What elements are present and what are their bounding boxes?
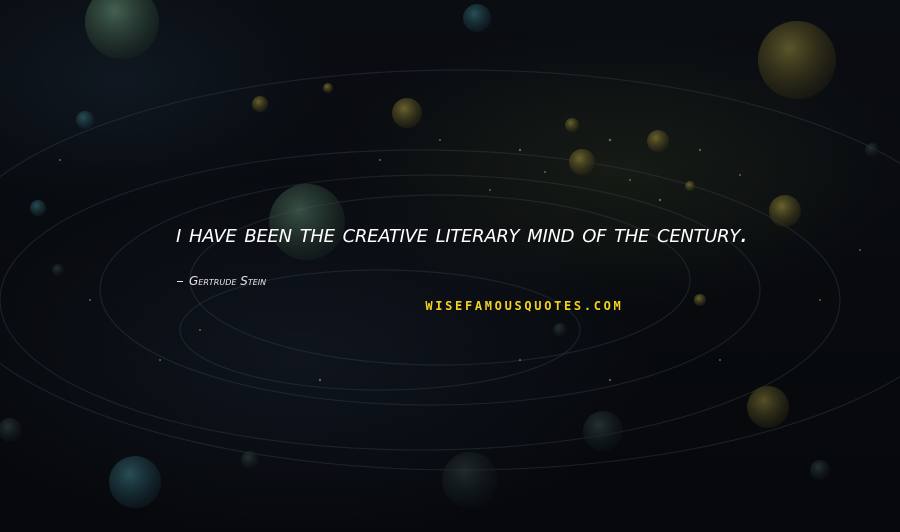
logo-letter: C [593, 298, 601, 313]
logo-letter: S [514, 298, 522, 313]
logo-letter: W [425, 298, 433, 313]
logo-letter: O [603, 298, 611, 313]
logo-letter: S [573, 298, 582, 313]
space-background [0, 0, 900, 508]
author-line: Gertrude Stein [177, 274, 266, 288]
logo-letter: . [583, 298, 592, 313]
logo-letter: M [484, 298, 492, 313]
wisefamousquotes-logo[interactable]: WISEFAMOUSQUOTES.COM [424, 297, 622, 314]
logo-letter: O [494, 298, 502, 313]
logo-letter: O [544, 298, 552, 313]
logo-letter: S [445, 298, 453, 313]
logo-letter: U [504, 298, 512, 313]
logo-letter: I [435, 298, 443, 313]
logo-letter: U [534, 298, 542, 313]
logo-letter: Q [524, 298, 532, 313]
author-dash [177, 280, 183, 282]
author-name: Gertrude Stein [189, 274, 267, 288]
logo-letter: E [564, 298, 572, 313]
logo-letter: E [455, 298, 463, 313]
logo-letter: M [613, 298, 621, 313]
quote-card: I have been the creative literary mind o… [0, 0, 900, 532]
logo-letter: A [474, 298, 483, 313]
logo-letter: F [464, 298, 473, 313]
logo-letter: T [554, 298, 562, 313]
quote-text: I have been the creative literary mind o… [176, 219, 748, 249]
